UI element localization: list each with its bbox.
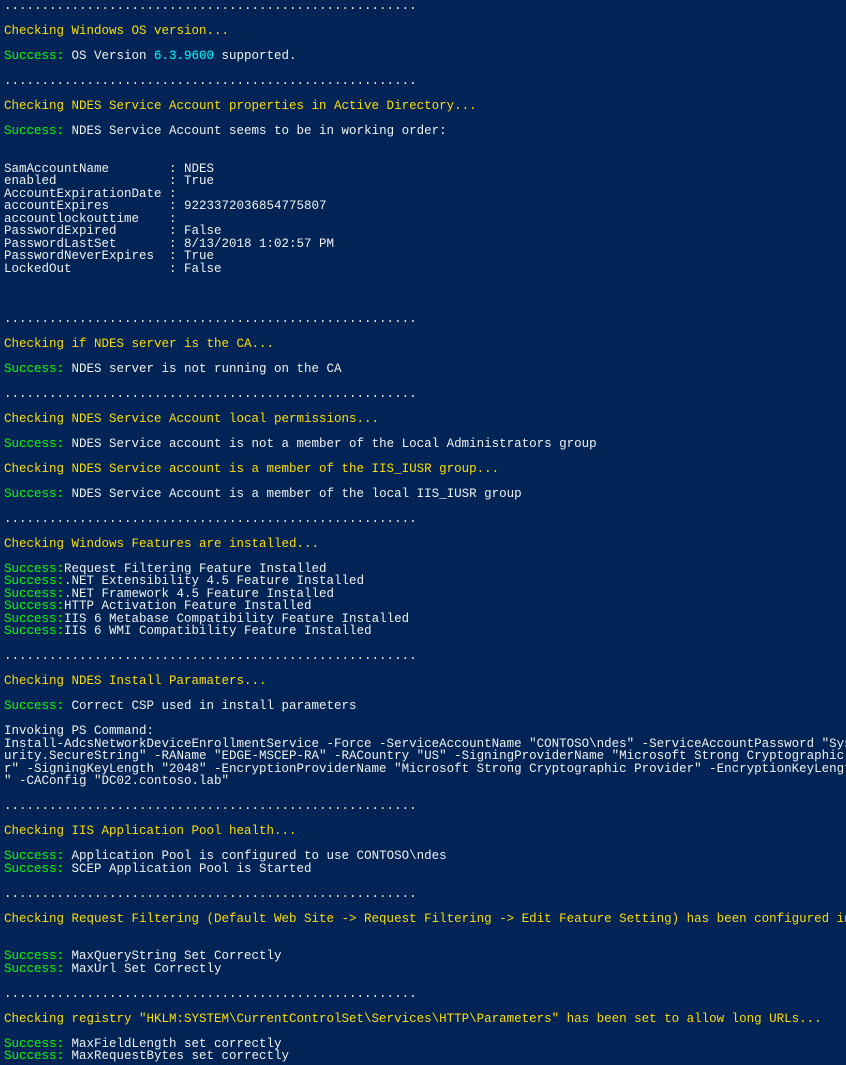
console-text-segment: Checking NDES Service Account properties…	[4, 99, 477, 113]
console-text-segment: Success:	[4, 437, 72, 451]
console-text-segment: supported.	[214, 49, 297, 63]
console-text-segment: Success:	[4, 362, 72, 376]
console-text-segment: Success:	[4, 699, 72, 713]
console-text-segment: ........................................…	[4, 512, 417, 526]
console-text-segment: Checking Request Filtering (Default Web …	[4, 912, 846, 926]
console-text-segment: Success:	[4, 624, 64, 638]
console-line: Checking Windows Features are installed.…	[4, 538, 842, 551]
console-text-segment: MaxRequestBytes set correctly	[72, 1049, 290, 1063]
console-text-segment: LockedOut : False	[4, 262, 222, 276]
console-text-segment: MaxUrl Set Correctly	[72, 962, 222, 976]
console-text-segment: Checking if NDES server is the CA...	[4, 337, 274, 351]
console-line	[4, 925, 842, 938]
console-text-segment: ........................................…	[4, 987, 417, 1001]
console-text-segment: NDES Service Account is a member of the …	[72, 487, 522, 501]
console-text-segment: Checking IIS Application Pool health...	[4, 824, 297, 838]
console-text-segment: OS Version	[72, 49, 155, 63]
console-line: ........................................…	[4, 650, 842, 663]
console-line: LockedOut : False	[4, 263, 842, 276]
console-line: Checking NDES Service Account local perm…	[4, 413, 842, 426]
console-line: ........................................…	[4, 0, 842, 13]
console-text-segment: Checking NDES Install Paramaters...	[4, 674, 267, 688]
console-line: Checking if NDES server is the CA...	[4, 338, 842, 351]
console-line: ........................................…	[4, 800, 842, 813]
console-line: Success: MaxRequestBytes set correctly	[4, 1050, 842, 1063]
console-line: ........................................…	[4, 388, 842, 401]
console-line: ........................................…	[4, 513, 842, 526]
console-line: ........................................…	[4, 988, 842, 1001]
console-line: Checking registry "HKLM:SYSTEM\CurrentCo…	[4, 1013, 842, 1026]
console-text-segment: ........................................…	[4, 387, 417, 401]
console-text-segment: Success:	[4, 862, 72, 876]
console-line	[4, 138, 842, 151]
console-text-segment: 6.3.9600	[154, 49, 214, 63]
powershell-console-output[interactable]: ........................................…	[0, 0, 846, 1065]
console-line: Checking Request Filtering (Default Web …	[4, 913, 842, 926]
console-line: ........................................…	[4, 888, 842, 901]
console-line: Checking NDES Install Paramaters...	[4, 675, 842, 688]
console-line	[4, 288, 842, 301]
console-text-segment: Checking NDES Service account is a membe…	[4, 462, 499, 476]
console-line: Success: NDES Service account is not a m…	[4, 438, 842, 451]
console-text-segment: Success:	[4, 1049, 72, 1063]
console-text-segment: Success:	[4, 487, 72, 501]
console-line: " -CAConfig "DC02.contoso.lab"	[4, 775, 842, 788]
console-text-segment: Success:	[4, 124, 72, 138]
console-line	[4, 275, 842, 288]
console-text-segment: IIS 6 WMI Compatibility Feature Installe…	[64, 624, 372, 638]
console-line: Success: MaxUrl Set Correctly	[4, 963, 842, 976]
console-line: Success: SCEP Application Pool is Starte…	[4, 863, 842, 876]
console-text-segment: Checking Windows OS version...	[4, 24, 229, 38]
console-line: Checking NDES Service account is a membe…	[4, 463, 842, 476]
console-text-segment: " -CAConfig "DC02.contoso.lab"	[4, 774, 229, 788]
console-line: Success: NDES Service Account is a membe…	[4, 488, 842, 501]
console-line: Success: NDES Service Account seems to b…	[4, 125, 842, 138]
console-text-segment: Correct CSP used in install parameters	[72, 699, 357, 713]
console-text-segment: ........................................…	[4, 0, 417, 13]
console-text-segment: ........................................…	[4, 74, 417, 88]
console-line: Success: Correct CSP used in install par…	[4, 700, 842, 713]
console-text-segment: SCEP Application Pool is Started	[72, 862, 312, 876]
console-text-segment: NDES Service account is not a member of …	[72, 437, 597, 451]
console-line: Success: NDES server is not running on t…	[4, 363, 842, 376]
console-text-segment: Checking Windows Features are installed.…	[4, 537, 319, 551]
console-text-segment: ........................................…	[4, 312, 417, 326]
console-text-segment: NDES server is not running on the CA	[72, 362, 342, 376]
console-text-segment: NDES Service Account seems to be in work…	[72, 124, 447, 138]
console-text-segment: Success:	[4, 962, 72, 976]
console-text-segment: Checking NDES Service Account local perm…	[4, 412, 379, 426]
console-line: Checking IIS Application Pool health...	[4, 825, 842, 838]
console-line: ........................................…	[4, 75, 842, 88]
console-line: Success: OS Version 6.3.9600 supported.	[4, 50, 842, 63]
console-text-segment: Success:	[4, 49, 72, 63]
console-text-segment: ........................................…	[4, 799, 417, 813]
console-line: Checking Windows OS version...	[4, 25, 842, 38]
console-text-segment: ........................................…	[4, 887, 417, 901]
console-line: Success:IIS 6 WMI Compatibility Feature …	[4, 625, 842, 638]
console-text-segment: ........................................…	[4, 649, 417, 663]
console-line: Checking NDES Service Account properties…	[4, 100, 842, 113]
console-line: ........................................…	[4, 313, 842, 326]
console-text-segment: Checking registry "HKLM:SYSTEM\CurrentCo…	[4, 1012, 822, 1026]
